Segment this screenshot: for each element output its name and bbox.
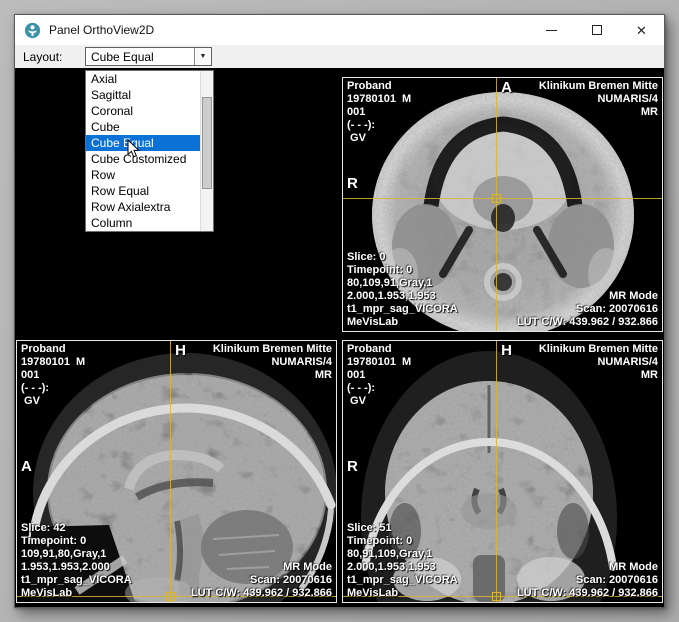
viewport-axial[interactable]: Proband19780101 M 001(- - -): GV Kliniku…	[342, 77, 663, 332]
dropdown-item-coronal[interactable]: Coronal	[86, 103, 213, 119]
viewport-coronal[interactable]: Proband19780101 M 001(- - -): GV Kliniku…	[342, 340, 663, 603]
patient-info-block: Proband19780101 M 001(- - -): GV	[21, 343, 85, 408]
site-info-block: Klinikum Bremen MitteNUMARIS/4MR	[539, 80, 658, 119]
toolbar: Layout: Cube Equal ▼	[15, 45, 664, 68]
layout-combobox-dropdown-button[interactable]: ▼	[194, 48, 211, 65]
minimize-icon	[546, 30, 557, 31]
minimize-button[interactable]	[529, 15, 574, 45]
crosshair-center-marker[interactable]	[492, 592, 501, 601]
dropdown-scrollbar-thumb[interactable]	[202, 97, 212, 189]
site-info-block: Klinikum Bremen MitteNUMARIS/4MR	[539, 343, 658, 382]
crosshair-vertical-line[interactable]	[496, 78, 497, 331]
dropdown-item-row-equal[interactable]: Row Equal	[86, 183, 213, 199]
viewport-sagittal[interactable]: Proband19780101 M 001(- - -): GV Kliniku…	[16, 340, 337, 603]
close-button[interactable]: ✕	[619, 15, 664, 45]
dropdown-item-column[interactable]: Column	[86, 215, 213, 231]
title-bar[interactable]: Panel OrthoView2D ✕	[15, 15, 664, 45]
orientation-marker-side: R	[347, 459, 358, 475]
crosshair-vertical-line[interactable]	[496, 341, 497, 602]
orientation-marker-top: H	[175, 343, 186, 359]
window-title: Panel OrthoView2D	[49, 23, 529, 37]
site-info-block: Klinikum Bremen MitteNUMARIS/4MR	[213, 343, 332, 382]
scan-info-block: MR ModeScan: 20070616LUT C/W: 439.962 / …	[191, 561, 332, 600]
maximize-icon	[592, 25, 602, 35]
dropdown-item-sagittal[interactable]: Sagittal	[86, 87, 213, 103]
orientation-marker-side: R	[347, 176, 358, 192]
crosshair-vertical-line[interactable]	[170, 341, 171, 602]
dropdown-item-row[interactable]: Row	[86, 167, 213, 183]
patient-info-block: Proband19780101 M 001(- - -): GV	[347, 343, 411, 408]
layout-combobox[interactable]: Cube Equal ▼	[85, 47, 212, 66]
crosshair-center-marker[interactable]	[166, 592, 175, 601]
app-icon[interactable]	[24, 22, 41, 39]
dropdown-item-axial[interactable]: Axial	[86, 71, 213, 87]
chevron-down-icon: ▼	[200, 53, 207, 60]
crosshair-horizontal-line[interactable]	[343, 198, 662, 199]
crosshair-center-marker[interactable]	[492, 194, 501, 203]
close-icon: ✕	[636, 24, 647, 37]
patient-info-block: Proband19780101 M 001(- - -): GV	[347, 80, 411, 145]
orientation-marker-top: A	[501, 80, 512, 96]
dropdown-item-cube[interactable]: Cube	[86, 119, 213, 135]
dropdown-item-cube-equal[interactable]: Cube Equal	[86, 135, 213, 151]
dropdown-item-row-axialextra[interactable]: Row Axialextra	[86, 199, 213, 215]
layout-label: Layout:	[23, 50, 62, 64]
layout-combobox-value: Cube Equal	[86, 48, 194, 65]
dropdown-item-cube-customized[interactable]: Cube Customized	[86, 151, 213, 167]
slice-info-block: Slice: 42Timepoint: 0 109,91,80,Gray,11.…	[21, 522, 132, 600]
panel-window: Panel OrthoView2D ✕ Layout: Cube Equal ▼	[14, 14, 665, 608]
slice-info-block: Slice: 51Timepoint: 0 80,91,109,Gray,12.…	[347, 522, 458, 600]
orientation-marker-top: H	[501, 343, 512, 359]
layout-dropdown-list: Axial Sagittal Coronal Cube Cube Equal C…	[85, 70, 214, 232]
mouse-cursor	[127, 139, 140, 158]
scan-info-block: MR ModeScan: 20070616LUT C/W: 439.962 / …	[517, 561, 658, 600]
maximize-button[interactable]	[574, 15, 619, 45]
orientation-marker-side: A	[21, 459, 32, 475]
scan-info-block: MR ModeScan: 20070616LUT C/W: 439.962 / …	[517, 290, 658, 329]
slice-info-block: Slice: 0Timepoint: 0 80,109,91,Gray,12.0…	[347, 251, 458, 329]
dropdown-scrollbar[interactable]	[200, 71, 213, 231]
